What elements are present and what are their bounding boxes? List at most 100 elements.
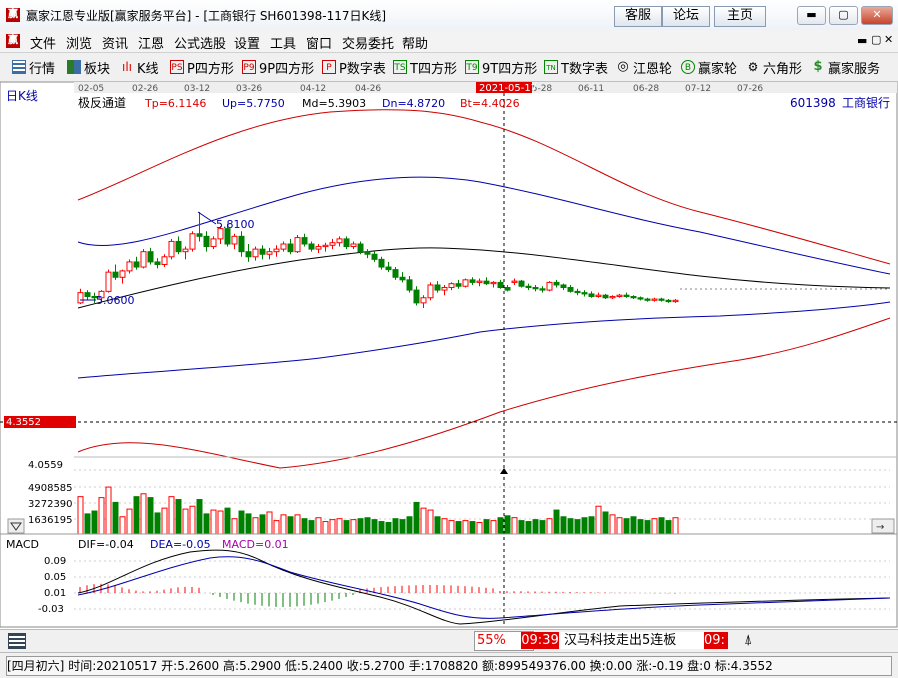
maximize-button[interactable]: ▢ xyxy=(829,6,858,25)
volume-bar xyxy=(434,516,441,535)
minimize-button[interactable]: ▬ xyxy=(797,6,826,25)
candle-body xyxy=(133,261,140,268)
tool-p-square-label: P四方形 xyxy=(187,61,234,77)
candle-body xyxy=(469,279,476,283)
tool-t-table[interactable]: TN T数字表 xyxy=(544,58,608,77)
menu-browse[interactable]: 浏览 xyxy=(66,33,92,52)
menu-window[interactable]: 窗口 xyxy=(306,33,332,52)
blocks-icon xyxy=(67,60,81,74)
volume-bar xyxy=(259,514,266,535)
menu-logo-icon: 赢 xyxy=(6,34,20,48)
status-change: 涨:-0.19 xyxy=(636,659,684,673)
tool-sector[interactable]: 板块 xyxy=(67,58,110,77)
volume-bar xyxy=(651,518,658,535)
volume-bar xyxy=(420,507,427,535)
tool-kline[interactable]: ılı K线 xyxy=(120,58,159,77)
candle-body xyxy=(644,298,651,301)
mdi-minimize-button[interactable]: ▬ xyxy=(857,34,867,47)
tool-9p-square-label: 9P四方形 xyxy=(259,61,315,77)
tool-gann-wheel-label: 江恩轮 xyxy=(633,61,673,77)
tool-9t-square[interactable]: T9 9T四方形 xyxy=(465,58,537,77)
tool-quote[interactable]: 行情 xyxy=(12,58,55,77)
menu-trade[interactable]: 交易委托 xyxy=(342,33,394,52)
volume-bar xyxy=(504,515,511,535)
candle-body xyxy=(280,243,287,250)
volume-bar xyxy=(672,517,679,535)
menu-formula[interactable]: 公式选股 xyxy=(174,33,226,52)
mdi-close-button[interactable]: ✕ xyxy=(884,33,893,46)
volume-bar xyxy=(588,516,595,535)
stock-name: 工商银行 xyxy=(842,95,890,110)
tool-p-table-label: P数字表 xyxy=(339,61,386,77)
vol-axis-label-1: 4908585 xyxy=(28,483,73,494)
forum-button[interactable]: 论坛 xyxy=(662,6,710,27)
status-mark: 标:4.3552 xyxy=(714,659,773,673)
indicator-name: 极反通道 xyxy=(78,96,126,110)
volume-bar xyxy=(616,517,623,535)
macd-name: MACD xyxy=(6,538,39,551)
scroll-down-button xyxy=(7,518,25,534)
volume-bar xyxy=(105,486,112,535)
close-button[interactable]: ✕ xyxy=(861,6,893,25)
ticker-grid-icon[interactable] xyxy=(8,633,26,649)
tool-t-square[interactable]: TS T四方形 xyxy=(393,58,457,77)
status-lunar: [四月初六] xyxy=(7,659,65,673)
kline-chart[interactable]: 02-05 02-26 03-12 03-26 04-12 04-26 05-28 06-11… xyxy=(0,82,898,628)
volume-bar xyxy=(322,521,329,535)
status-open: 开:5.2600 xyxy=(161,659,220,673)
menu-help[interactable]: 帮助 xyxy=(402,33,428,52)
candle-body xyxy=(637,297,644,300)
tool-hexagon[interactable]: ⚙ 六角形 xyxy=(746,58,802,77)
volume-bar xyxy=(119,516,126,535)
macd-axis-1: 0.05 xyxy=(44,572,66,583)
tool-winner-wheel[interactable]: B 赢家轮 xyxy=(681,58,737,77)
param-bt: Bt=4.4026 xyxy=(460,97,520,110)
volume-bar xyxy=(539,520,546,535)
candle-body xyxy=(238,235,245,253)
home-button[interactable]: 主页 xyxy=(714,6,766,27)
menu-file[interactable]: 文件 xyxy=(30,33,56,52)
candle-body xyxy=(413,289,420,304)
volume-bar xyxy=(518,520,525,535)
candle-body xyxy=(567,287,574,292)
tool-9p-square[interactable]: P9 9P四方形 xyxy=(242,58,315,77)
high-price-label: 5.8100 xyxy=(216,218,255,231)
volume-bar xyxy=(448,520,455,535)
candle-icon: ılı xyxy=(121,60,132,74)
tool-gann-wheel[interactable]: ◎ 江恩轮 xyxy=(616,58,673,77)
menu-gann[interactable]: 江恩 xyxy=(138,33,164,52)
date-tick: 06-28 xyxy=(633,84,659,94)
volume-bar xyxy=(77,496,84,535)
volume-bar xyxy=(553,509,560,535)
candle-body xyxy=(609,295,616,299)
mdi-restore-button[interactable]: ▢ xyxy=(871,33,881,46)
tool-t-table-label: T数字表 xyxy=(561,61,608,77)
status-bar: [四月初六] 时间:20210517 开:5.2600 高:5.2900 低:5… xyxy=(0,652,898,678)
candle-body xyxy=(364,251,371,255)
menu-info[interactable]: 资讯 xyxy=(102,33,128,52)
tool-p-square[interactable]: PS P四方形 xyxy=(170,58,234,77)
menu-settings[interactable]: 设置 xyxy=(234,33,260,52)
date-tick: 07-12 xyxy=(685,84,711,94)
tool-service[interactable]: $ 赢家服务 xyxy=(811,58,880,77)
volume-bar xyxy=(91,510,98,535)
volume-bar xyxy=(546,518,553,535)
status-close: 收:5.2700 xyxy=(346,659,405,673)
candle-body xyxy=(504,287,511,291)
volume-bar xyxy=(560,516,567,535)
customer-service-button[interactable]: 客服 xyxy=(614,6,662,27)
alert-icon[interactable]: ⍋ xyxy=(744,632,752,648)
chart-area[interactable]: 02-05 02-26 03-12 03-26 04-12 04-26 05-28 06-11… xyxy=(0,82,898,628)
toolbar: 行情 板块 ılı K线 PS P四方形 P9 9P四方形 P P数字表 TS … xyxy=(0,53,898,82)
volume-bar xyxy=(378,521,385,535)
menu-tools[interactable]: 工具 xyxy=(270,33,296,52)
candle-body xyxy=(553,281,560,286)
volume-bar xyxy=(266,511,273,535)
tool-p-table[interactable]: P P数字表 xyxy=(322,58,386,77)
candle-body xyxy=(266,251,273,255)
volume-bar xyxy=(392,518,399,535)
candle-body xyxy=(476,280,483,283)
date-tick: 06-11 xyxy=(578,84,604,94)
volume-bar xyxy=(329,519,336,535)
ticker-news[interactable]: 汉马科技走出5连板 xyxy=(560,632,706,649)
